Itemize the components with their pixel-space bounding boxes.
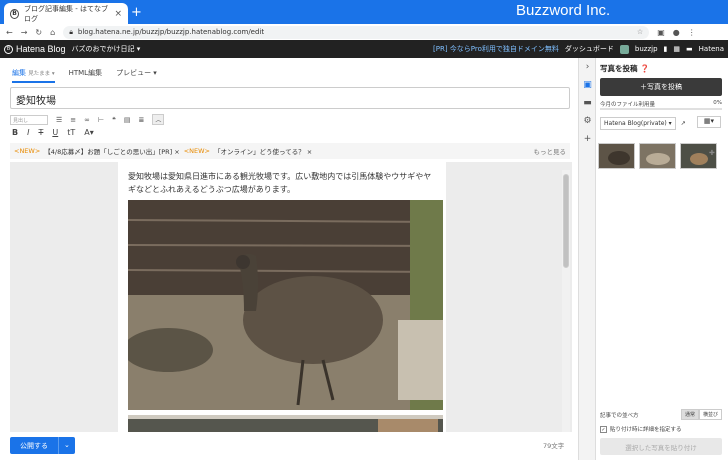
layout-label: 記事での並べ方 [600,412,639,419]
back-arrow-icon[interactable]: ← [6,28,13,37]
numbered-list-icon[interactable]: ≡ [70,116,76,124]
help-icon[interactable]: ❓ [640,64,649,73]
url-text: blog.hatena.ne.jp/buzzjp/buzzjp.hatenabl… [77,28,265,36]
news-item-1[interactable]: 【4/8応募〆】お題「しごとの思い出」[PR] × [44,146,179,156]
username[interactable]: buzzjp [635,45,658,53]
publish-button[interactable]: 公開する [10,437,58,454]
dashboard-link[interactable]: ダッシュボード [565,44,614,54]
comment-icon[interactable]: ▬ [686,45,693,53]
promo-link[interactable]: [PR] 今ならPro利用で独自ドメイン無料 [433,44,559,54]
format-toolbar-2: B I T U tT A▾ [12,128,94,137]
hatena-logo-icon: B [4,44,13,54]
gear-icon[interactable]: ⚙ [582,116,593,127]
tab-html-edit[interactable]: HTML編集 [69,68,102,83]
photo-thumbnails [598,143,717,169]
grid-view-icon[interactable]: ▦▾ [697,116,721,128]
usage-bar [600,108,722,110]
extension-icon[interactable]: ▣ [657,28,665,37]
menu-dots-icon[interactable]: ⋮ [688,28,696,37]
url-field[interactable]: 🔒︎ blog.hatena.ne.jp/buzzjp/buzzjp.haten… [63,25,650,39]
hatena-blog-logo[interactable]: B Hatena Blog [4,44,66,54]
reload-icon[interactable]: ↻ [35,28,42,37]
format-toolbar-1: 見出し ☰ ≡ ∞ ⊢ ❝ ▤ ≣ ︿ [10,114,165,125]
folder-icon[interactable]: ▬ [582,98,593,109]
detail-checkbox-label[interactable]: 貼り付け時に詳細を指定する [610,425,682,433]
side-icon-strip: › ▣ ▬ ⚙ + [578,58,595,460]
tab-preview[interactable]: プレビュー ▾ [116,68,157,83]
panel-title: 写真を投稿 ❓ [600,64,650,73]
emu-photo[interactable] [128,200,443,410]
bullet-list-icon[interactable]: ☰ [56,116,62,124]
bold-icon[interactable]: B [12,128,18,137]
new-tab-button[interactable]: + [131,5,142,20]
italic-icon[interactable]: I [27,128,29,137]
editor-mode-tabs: 編集 見たまま ▾ HTML編集 プレビュー ▾ [12,68,157,83]
font-size-icon[interactable]: tT [67,128,75,137]
hatena-bar: B Hatena Blog バズのおでかけ日記 ▾ [PR] 今ならPro利用で独… [0,40,728,58]
photo-source-select[interactable]: Hatena Blog(private) ▾ [600,117,676,130]
heading-select[interactable]: 見出し [10,114,48,125]
avatar[interactable] [619,44,629,54]
collapse-panel-icon[interactable]: › [582,62,593,73]
usage-label: 今月のファイル利用量 [600,102,656,108]
quote-icon[interactable]: ❝ [112,116,116,124]
forward-arrow-icon[interactable]: → [21,28,28,37]
blog-name-dropdown[interactable]: バズのおでかけ日記 ▾ [72,44,141,54]
external-link-icon[interactable]: ↗ [681,120,686,127]
tab-edit[interactable]: 編集 見たまま ▾ [12,68,55,83]
publish-options-chevron-icon[interactable]: ⌄ [58,437,75,454]
link-icon[interactable]: ∞ [84,116,90,124]
news-bar: <NEW> 【4/8応募〆】お題「しごとの思い出」[PR] × <NEW> 「オ… [10,143,570,159]
article-title-input[interactable]: 愛知牧場 [10,87,570,109]
news-item-2[interactable]: 「オンライン」どう使ってる？ × [214,146,312,156]
layout-toggle: 通常 横並び [680,409,722,420]
usage-value: 0% [713,100,722,106]
horizontal-rule-icon[interactable]: ⊢ [98,116,104,124]
strikethrough-icon[interactable]: T [38,128,43,137]
body-paragraph[interactable]: 愛知牧場は愛知県日進市にある観光牧場です。広い敷地内では引馬体験やウサギやヤギな… [128,170,436,196]
account-icon[interactable]: ● [673,28,680,37]
tab-title: ブログ記事編集 - はてなブログ [23,4,108,23]
collapse-toolbar-icon[interactable]: ︿ [152,114,165,125]
char-count: 79文字 [543,442,565,450]
post-photo-button[interactable]: ＋写真を投稿 [600,78,722,96]
detail-checkbox[interactable]: ✓ [600,425,607,433]
detail-checkbox-row: ✓ 貼り付け時に詳細を指定する [600,425,682,433]
layout-row: 記事での並べ方 通常 横並び [600,409,722,420]
news-more-link[interactable]: もっと見る [534,146,567,156]
paste-photo-button[interactable]: 選択した写真を貼り付け [600,438,722,455]
hatena-favicon-icon: B [10,8,19,19]
usage-row: 今月のファイル利用量 0% [600,100,722,108]
news-tag-2: <NEW> [183,147,211,155]
tab-close-button[interactable]: × [114,9,122,19]
plus-icon[interactable]: + [582,134,593,145]
scrollbar-thumb[interactable] [563,174,569,268]
brand-overlay: Buzzword Inc. [516,2,611,19]
editor-scrollbar[interactable] [562,170,570,432]
second-photo[interactable] [128,415,443,432]
photo-panel-icon[interactable]: ▣ [582,80,593,91]
align-icon[interactable]: ≣ [139,116,145,124]
underline-icon[interactable]: U [52,128,58,137]
source-row: Hatena Blog(private) ▾ ↗ [600,117,686,130]
layout-normal-option[interactable]: 通常 [680,409,699,420]
address-bar-row: ← → ↻ ⌂ 🔒︎ blog.hatena.ne.jp/buzzjp/buzz… [0,24,728,40]
bookmark-icon[interactable]: ▮ [664,45,668,53]
home-icon[interactable]: ⌂ [50,28,55,37]
news-tag-1: <NEW> [14,147,41,155]
apps-grid-icon[interactable]: ▦ [673,45,680,53]
lock-icon: 🔒︎ [69,27,73,36]
table-icon[interactable]: ▤ [124,116,131,124]
add-photo-icon[interactable]: ✚ [709,149,715,157]
publish-button-group: 公開する ⌄ [10,437,75,454]
text-color-icon[interactable]: A▾ [84,128,94,137]
hatena-right-logo[interactable]: Hatena [699,45,724,53]
photo-thumb[interactable] [639,143,676,169]
browser-tab[interactable]: B ブログ記事編集 - はてなブログ × [4,3,128,24]
star-icon[interactable]: ☆ [637,28,643,36]
photo-thumb[interactable] [598,143,635,169]
layout-side-option[interactable]: 横並び [698,409,722,420]
